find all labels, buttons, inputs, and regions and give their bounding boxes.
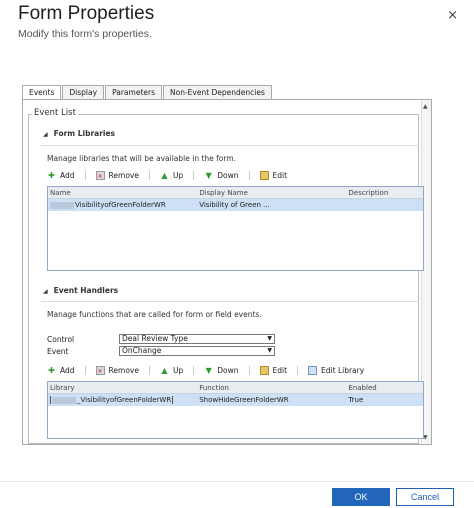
dialog-subtitle: Modify this form's properties. <box>18 28 152 40</box>
event-handlers-heading[interactable]: ◢ Event Handlers <box>43 286 118 295</box>
event-select[interactable]: OnChange ▼ <box>119 346 275 356</box>
dialog-title: Form Properties <box>18 3 155 24</box>
move-up-handler-button[interactable]: ▲ Up <box>160 365 195 375</box>
event-handlers-toolbar: ✚ Add ✕ Remove ▲ Up ▼ Down Edit Edit Library <box>47 363 384 377</box>
form-libraries-heading[interactable]: ◢ Form Libraries <box>43 129 115 138</box>
column-header-display-name[interactable]: Display Name <box>197 189 346 197</box>
add-icon: ✚ <box>48 170 55 180</box>
ok-button[interactable]: OK <box>332 488 390 506</box>
tab-non-event-dependencies[interactable]: Non-Event Dependencies <box>163 85 272 99</box>
tab-events[interactable]: Events <box>22 85 62 100</box>
control-row: Control Deal Review Type ▼ <box>47 334 275 344</box>
form-libraries-grid: Name Display Name Description Visibility… <box>47 186 424 271</box>
event-list-fieldset: Event List ◢ Form Libraries Manage librar… <box>28 108 424 444</box>
move-down-handler-button[interactable]: ▼ Down <box>204 365 250 375</box>
divider <box>41 301 419 302</box>
form-properties-dialog: Form Properties Modify this form's prope… <box>0 0 474 508</box>
arrow-down-icon: ▼ <box>205 365 212 375</box>
form-libraries-description: Manage libraries that will be available … <box>47 154 237 163</box>
move-up-library-button[interactable]: ▲ Up <box>160 170 195 180</box>
column-header-name[interactable]: Name <box>48 189 197 197</box>
column-header-function[interactable]: Function <box>197 384 346 392</box>
event-row: Event OnChange ▼ <box>47 346 275 356</box>
handler-library-cell: _VisibilityofGreenFolderWR <box>48 396 197 404</box>
column-header-description[interactable]: Description <box>346 189 423 197</box>
handler-enabled-cell: True <box>348 396 364 404</box>
event-list-legend: Event List <box>32 108 78 118</box>
edit-handler-button[interactable]: Edit <box>259 365 299 375</box>
cancel-button[interactable]: Cancel <box>396 488 454 506</box>
column-header-enabled[interactable]: Enabled <box>346 384 423 392</box>
control-label: Control <box>47 334 75 344</box>
divider <box>41 145 419 146</box>
remove-handler-button[interactable]: ✕ Remove <box>95 365 150 375</box>
edit-icon <box>259 170 269 180</box>
table-row[interactable]: VisibilityofGreenFolderWR Visibility of … <box>48 199 423 211</box>
event-label: Event <box>47 346 69 356</box>
grid-header: Library Function Enabled <box>48 382 423 394</box>
redacted-prefix <box>50 201 74 209</box>
remove-icon: ✕ <box>95 365 105 375</box>
move-down-library-button[interactable]: ▼ Down <box>204 170 250 180</box>
form-libraries-toolbar: ✚ Add ✕ Remove ▲ Up ▼ Down Edit <box>47 168 307 182</box>
tab-bar: Events Display Parameters Non-Event Depe… <box>22 85 273 100</box>
event-handlers-description: Manage functions that are called for for… <box>47 310 262 319</box>
library-display-name-cell: Visibility of Green ... <box>199 201 270 209</box>
arrow-down-icon: ▼ <box>205 170 212 180</box>
grid-header: Name Display Name Description <box>48 187 423 199</box>
edit-library-icon <box>308 365 318 375</box>
edit-library-button[interactable]: Edit Library <box>308 365 374 375</box>
dropdown-arrow-icon: ▼ <box>267 335 272 342</box>
event-handlers-grid: Library Function Enabled _VisibilityofGr… <box>47 381 424 439</box>
remove-library-button[interactable]: ✕ Remove <box>95 170 150 180</box>
events-panel: ▲ ▼ Event List ◢ Form Libraries Manage li… <box>22 99 432 445</box>
handler-function-cell: ShowHideGreenFolderWR <box>199 396 289 404</box>
redacted-prefix <box>52 396 76 404</box>
arrow-up-icon: ▲ <box>161 365 168 375</box>
edit-library-button[interactable]: Edit <box>259 170 298 180</box>
scroll-up-icon[interactable]: ▲ <box>423 103 428 110</box>
table-row[interactable]: _VisibilityofGreenFolderWR ShowHideGreen… <box>48 394 423 406</box>
edit-icon <box>259 365 269 375</box>
add-handler-button[interactable]: ✚ Add <box>47 365 86 375</box>
tab-display[interactable]: Display <box>62 85 105 99</box>
arrow-up-icon: ▲ <box>161 170 168 180</box>
tab-parameters[interactable]: Parameters <box>105 85 162 99</box>
add-library-button[interactable]: ✚ Add <box>47 170 86 180</box>
remove-icon: ✕ <box>95 170 105 180</box>
add-icon: ✚ <box>48 365 55 375</box>
collapse-triangle-icon: ◢ <box>43 131 48 138</box>
control-select[interactable]: Deal Review Type ▼ <box>119 334 275 344</box>
collapse-triangle-icon: ◢ <box>43 288 48 295</box>
library-name-cell: VisibilityofGreenFolderWR <box>48 201 197 209</box>
close-icon[interactable]: × <box>447 8 458 23</box>
column-header-library[interactable]: Library <box>48 384 197 392</box>
dropdown-arrow-icon: ▼ <box>267 347 272 354</box>
